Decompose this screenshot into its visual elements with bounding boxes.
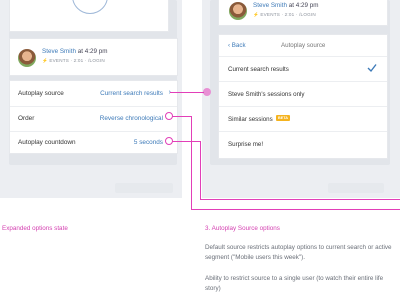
option-label: Current search results <box>228 66 289 73</box>
user-name-link[interactable]: Steve Smith <box>42 48 76 55</box>
setting-row-autoplay-source[interactable]: Autoplay source Current search results › <box>10 81 177 107</box>
setting-row-autoplay-countdown[interactable]: Autoplay countdown 5 seconds › <box>10 130 177 156</box>
options-title: Autoplay source <box>281 42 326 49</box>
session-meta: ⚡ EVENTS · 2:01 · /LOGIN <box>42 58 105 63</box>
setting-value[interactable]: Current search results <box>100 90 163 97</box>
back-button[interactable]: ‹ Back <box>228 42 246 49</box>
options-header: ‹ Back Autoplay source <box>219 35 387 57</box>
user-line: Steve Smith at 4:29 pm <box>253 2 318 9</box>
option-label: Surprise me! <box>228 141 264 148</box>
annotation-paragraph: Ability to restrict source to a single u… <box>205 275 384 292</box>
checkmark-icon <box>367 64 377 73</box>
beta-badge: BETA <box>276 115 291 121</box>
connector-line <box>172 116 192 117</box>
user-time: at 4:29 pm <box>288 2 319 9</box>
left-user-card: Steve Smith at 4:29 pm ⚡ EVENTS · 2:01 ·… <box>9 38 178 76</box>
user-line: Steve Smith at 4:29 pm <box>42 48 107 55</box>
right-user-card: Steve Smith at 4:29 pm ⚡ EVENTS · 2:01 ·… <box>218 0 388 26</box>
setting-label: Autoplay source <box>18 90 64 97</box>
option-label: Steve Smith's sessions only <box>228 91 305 98</box>
annotation-paragraph: Default source restricts autoplay option… <box>205 244 392 261</box>
user-time: at 4:29 pm <box>77 48 108 55</box>
setting-value[interactable]: 5 seconds <box>134 139 163 146</box>
setting-value[interactable]: Reverse chronological <box>100 115 163 122</box>
setting-row-order[interactable]: Order Reverse chronological › <box>10 106 177 132</box>
avatar <box>229 2 247 20</box>
option-similar-sessions[interactable]: Similar sessions BETA <box>219 107 387 132</box>
option-label: Similar sessions <box>228 116 273 123</box>
connector-line <box>191 209 400 210</box>
left-settings-card: Autoplay source Current search results ›… <box>9 80 178 154</box>
left-video-area <box>9 0 169 32</box>
setting-label: Order <box>18 115 35 122</box>
left-device-base <box>115 183 173 193</box>
option-user-sessions-only[interactable]: Steve Smith's sessions only <box>219 82 387 107</box>
option-current-search-results[interactable]: Current search results <box>219 57 387 82</box>
connector-line <box>191 116 192 210</box>
user-name-link[interactable]: Steve Smith <box>253 2 287 9</box>
session-meta: ⚡ EVENTS · 2:01 · /LOGIN <box>253 12 316 17</box>
connector-line <box>200 199 400 200</box>
right-device-base <box>328 183 384 193</box>
video-circle <box>72 0 108 14</box>
avatar <box>18 49 36 67</box>
annotation-marker-dot <box>203 88 211 96</box>
chevron-left-icon: ‹ <box>228 42 231 49</box>
right-caption: 3. Autoplay Source options <box>205 225 280 232</box>
left-caption: Expanded options state <box>2 225 68 232</box>
connector-line <box>172 141 201 142</box>
right-options-card: ‹ Back Autoplay source Current search re… <box>218 34 388 159</box>
option-surprise-me[interactable]: Surprise me! <box>219 132 387 157</box>
setting-label: Autoplay countdown <box>18 139 76 146</box>
connector-line <box>170 92 204 93</box>
connector-line <box>200 141 201 200</box>
